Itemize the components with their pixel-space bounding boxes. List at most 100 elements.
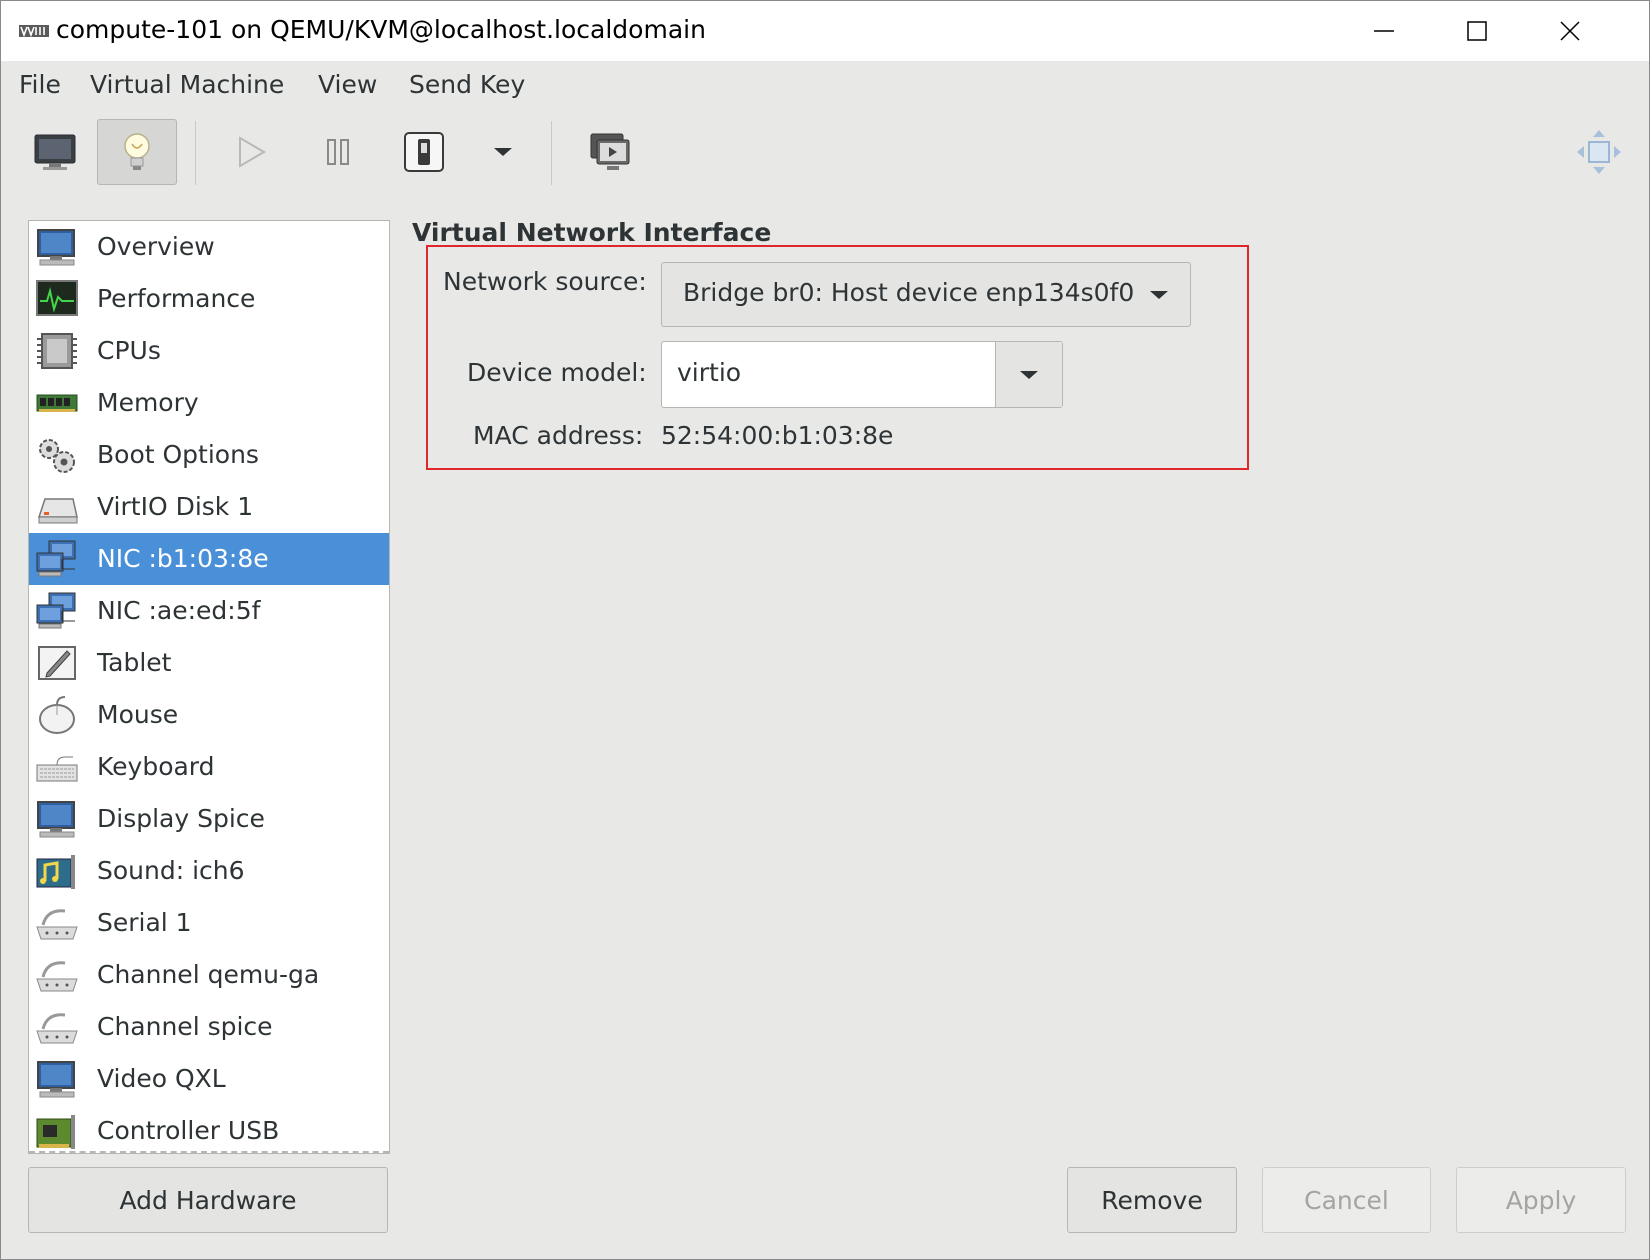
list-scroll-edge — [29, 1151, 389, 1153]
sidebar-item-label: Mouse — [97, 700, 179, 729]
toolbar-separator — [551, 121, 552, 185]
lightbulb-details-icon — [124, 133, 150, 170]
device-model-input[interactable]: virtio — [677, 358, 741, 387]
chevron-down-icon — [1020, 371, 1038, 379]
serial-port-icon — [36, 1013, 78, 1044]
sidebar-item-performance[interactable]: Performance — [29, 273, 389, 325]
window-title: compute-101 on QEMU/KVM@localhost.locald… — [56, 15, 706, 44]
sidebar-item-memory[interactable]: Memory — [29, 377, 389, 429]
menu-virtual-machine[interactable]: Virtual Machine — [90, 70, 284, 99]
chevron-down-icon — [494, 148, 512, 156]
mac-address-label: MAC address: — [473, 421, 644, 450]
sidebar-item-label: Memory — [97, 388, 199, 417]
console-button[interactable] — [15, 119, 95, 185]
tablet-pen-icon — [38, 646, 76, 680]
mouse-icon — [39, 696, 75, 734]
disk-drive-icon — [37, 498, 78, 524]
sidebar-item-virtio-disk[interactable]: VirtIO Disk 1 — [29, 481, 389, 533]
menu-send-key[interactable]: Send Key — [409, 70, 525, 99]
run-button[interactable] — [210, 119, 290, 185]
monitor-icon — [37, 229, 75, 266]
device-model-combo[interactable]: virtio — [661, 341, 1063, 408]
sidebar-item-channel-spice[interactable]: Channel spice — [29, 1001, 389, 1053]
monitor-icon — [37, 1061, 75, 1098]
pause-button[interactable] — [298, 119, 378, 185]
sidebar-item-label: Sound: ich6 — [97, 856, 245, 885]
add-hardware-button[interactable]: Add Hardware — [28, 1167, 388, 1233]
sidebar-item-label: NIC :b1:03:8e — [97, 544, 269, 573]
sidebar-item-video-qxl[interactable]: Video QXL — [29, 1053, 389, 1105]
cpu-chip-icon — [37, 333, 77, 369]
sidebar-item-boot-options[interactable]: Boot Options — [29, 429, 389, 481]
performance-graph-icon — [36, 280, 78, 316]
mac-address-value: 52:54:00:b1:03:8e — [661, 421, 894, 450]
sidebar-item-label: Controller USB — [97, 1116, 280, 1145]
sidebar-item-serial-1[interactable]: Serial 1 — [29, 897, 389, 949]
fullscreen-move-icon — [1577, 130, 1621, 174]
vm-details-window: compute-101 on QEMU/KVM@localhost.locald… — [0, 0, 1650, 1260]
maximize-icon — [1467, 21, 1487, 41]
menu-view[interactable]: View — [318, 70, 377, 99]
sidebar-item-label: Keyboard — [97, 752, 215, 781]
sidebar-item-label: Serial 1 — [97, 908, 192, 937]
serial-port-icon — [36, 961, 78, 992]
sound-card-icon — [36, 855, 75, 889]
play-icon — [239, 136, 266, 168]
console-monitor-icon — [34, 134, 76, 170]
sidebar-item-display-spice[interactable]: Display Spice — [29, 793, 389, 845]
chevron-down-icon — [1150, 291, 1168, 299]
sidebar-item-nic-b1-03-8e[interactable]: NIC :b1:03:8e — [29, 533, 389, 585]
sidebar-item-overview[interactable]: Overview — [29, 221, 389, 273]
sidebar-item-label: Channel spice — [97, 1012, 273, 1041]
sidebar-item-nic-ae-ed-5f[interactable]: NIC :ae:ed:5f — [29, 585, 389, 637]
remove-button[interactable]: Remove — [1067, 1167, 1237, 1233]
sidebar-item-cpus[interactable]: CPUs — [29, 325, 389, 377]
pause-icon — [327, 139, 349, 165]
sidebar-item-tablet[interactable]: Tablet — [29, 637, 389, 689]
keyboard-icon — [36, 756, 78, 782]
memory-module-icon — [36, 394, 78, 412]
sidebar-item-label: VirtIO Disk 1 — [97, 492, 254, 521]
virt-manager-app-icon — [19, 25, 49, 38]
sidebar-item-channel-qemu-ga[interactable]: Channel qemu-ga — [29, 949, 389, 1001]
toolbar-separator — [195, 121, 196, 185]
shutdown-button[interactable] — [384, 119, 464, 185]
sidebar-item-label: Tablet — [97, 648, 172, 677]
sidebar-item-keyboard[interactable]: Keyboard — [29, 741, 389, 793]
cancel-button[interactable]: Cancel — [1262, 1167, 1431, 1233]
network-source-label: Network source: — [443, 267, 647, 296]
snapshots-button[interactable] — [570, 119, 650, 185]
sidebar-item-label: Boot Options — [97, 440, 259, 469]
close-button[interactable] — [1542, 11, 1598, 51]
close-icon — [1560, 21, 1580, 41]
menu-file[interactable]: File — [19, 70, 61, 99]
device-model-dropdown-button[interactable] — [995, 342, 1062, 407]
monitor-icon — [37, 801, 75, 838]
section-title: Virtual Network Interface — [412, 218, 772, 247]
gears-icon — [39, 439, 75, 473]
details-button[interactable] — [97, 119, 177, 185]
minimize-button[interactable] — [1356, 11, 1412, 51]
title-bar: compute-101 on QEMU/KVM@localhost.locald… — [1, 1, 1649, 61]
apply-button[interactable]: Apply — [1456, 1167, 1626, 1233]
network-nic-icon — [36, 540, 76, 577]
network-nic-icon — [36, 592, 76, 629]
serial-port-icon — [36, 909, 78, 940]
sidebar-item-label: Performance — [97, 284, 256, 313]
hardware-list: Overview Performance CPUs Memory Boot Op… — [28, 220, 390, 1154]
sidebar-item-label: Overview — [97, 232, 215, 261]
maximize-button[interactable] — [1449, 11, 1505, 51]
sidebar-item-mouse[interactable]: Mouse — [29, 689, 389, 741]
sidebar-item-sound[interactable]: Sound: ich6 — [29, 845, 389, 897]
sidebar-item-label: Display Spice — [97, 804, 265, 833]
sidebar-item-label: Channel qemu-ga — [97, 960, 320, 989]
fullscreen-button[interactable] — [1559, 119, 1639, 185]
sidebar-item-label: CPUs — [97, 336, 161, 365]
shutdown-menu-button[interactable] — [463, 119, 543, 185]
network-source-dropdown[interactable]: Bridge br0: Host device enp134s0f0 — [661, 262, 1191, 327]
pci-card-icon — [36, 1115, 75, 1149]
power-switch-icon — [404, 132, 444, 172]
sidebar-item-label: NIC :ae:ed:5f — [97, 596, 261, 625]
sidebar-item-controller-usb[interactable]: Controller USB — [29, 1105, 389, 1153]
device-model-label: Device model: — [467, 358, 647, 387]
